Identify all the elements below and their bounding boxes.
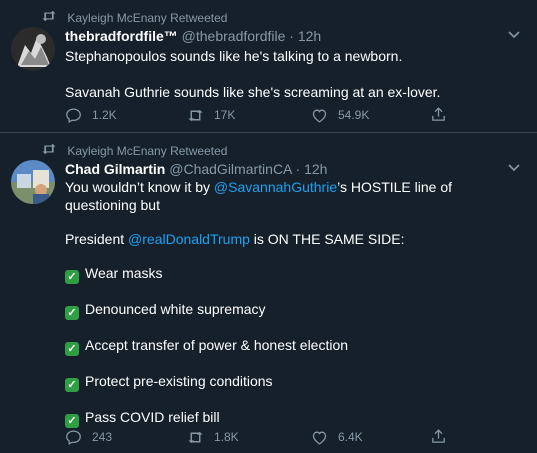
check-mark-icon: ✓ <box>65 306 79 320</box>
tweet-header: Chad Gilmartin @ChadGilmartinCA · 12h <box>65 160 497 178</box>
display-name[interactable]: Chad Gilmartin <box>65 161 165 177</box>
reply-count: 243 <box>92 430 113 444</box>
check-mark-icon: ✓ <box>65 270 79 284</box>
check-mark-icon: ✓ <box>65 378 79 392</box>
retweet-icon <box>188 109 203 121</box>
checklist-item: ✓ Protect pre-existing conditions <box>65 372 497 392</box>
timestamp[interactable]: 12h <box>304 161 327 177</box>
retweet-button[interactable]: 17K <box>187 106 235 124</box>
share-button[interactable] <box>430 428 457 445</box>
retweet-count: 1.8K <box>214 430 239 444</box>
avatar[interactable] <box>11 27 55 71</box>
retweet-button[interactable]: 1.8K <box>187 428 239 446</box>
handle[interactable]: @thebradfordfile <box>182 28 286 44</box>
checklist-item: ✓ Pass COVID relief bill <box>65 408 497 428</box>
reply-icon <box>66 429 81 445</box>
retweet-count: 17K <box>214 108 236 122</box>
share-button[interactable] <box>430 106 457 123</box>
retweet-label: Kayleigh McEnany Retweeted <box>67 144 228 158</box>
reply-icon <box>66 107 81 123</box>
tweet-text: You wouldn’t know it by @SavannahGuthrie… <box>65 178 497 428</box>
tweet-content: thebradfordfile™ @thebradfordfile · 12h … <box>65 27 497 101</box>
reply-button[interactable]: 1.2K <box>65 106 117 124</box>
avatar[interactable] <box>11 160 55 204</box>
mention-link[interactable]: @SavannahGuthrie <box>214 179 337 195</box>
checklist-item: ✓ Wear masks <box>65 264 497 284</box>
tweet-line: Stephanopoulos sounds like he's talking … <box>65 48 403 64</box>
retweet-context[interactable]: Kayleigh McEnany Retweeted <box>42 143 227 159</box>
text-run: You wouldn’t know it by <box>65 179 214 195</box>
tweet-actions: 243 1.8K 6.4K <box>65 428 465 446</box>
text-run: ’s HOSTILE line of <box>337 179 453 195</box>
check-mark-icon: ✓ <box>65 414 79 428</box>
retweet-icon <box>188 431 203 443</box>
heart-icon <box>312 431 327 445</box>
tweet-actions: 1.2K 17K 54.9K <box>65 106 465 124</box>
retweet-label: Kayleigh McEnany Retweeted <box>67 11 228 25</box>
checklist-item: ✓ Accept transfer of power & honest elect… <box>65 336 497 356</box>
check-mark-icon: ✓ <box>65 342 79 356</box>
like-button[interactable]: 6.4K <box>311 428 363 446</box>
like-count: 54.9K <box>338 108 370 122</box>
share-icon <box>432 107 445 121</box>
retweet-context[interactable]: Kayleigh McEnany Retweeted <box>42 10 227 26</box>
chevron-down-icon[interactable] <box>507 27 521 41</box>
display-name[interactable]: thebradfordfile™ <box>65 28 178 44</box>
mention-link[interactable]: @realDonaldTrump <box>128 231 250 247</box>
tweet-2[interactable]: Kayleigh McEnany Retweeted Chad Gilmarti… <box>0 133 537 453</box>
reply-count: 1.2K <box>92 108 117 122</box>
chevron-down-icon[interactable] <box>507 160 521 174</box>
retweet-icon <box>42 10 56 26</box>
tweet-content: Chad Gilmartin @ChadGilmartinCA · 12h Yo… <box>65 160 497 428</box>
tweet-header: thebradfordfile™ @thebradfordfile · 12h <box>65 27 497 45</box>
separator: · <box>295 161 301 177</box>
reply-button[interactable]: 243 <box>65 428 112 446</box>
separator: · <box>289 28 294 44</box>
checklist-item: ✓ Denounced white supremacy <box>65 300 497 320</box>
tweet-text: Stephanopoulos sounds like he's talking … <box>65 47 497 101</box>
tweet-line: You wouldn’t know it by @SavannahGuthrie… <box>65 178 497 196</box>
share-icon <box>432 429 445 443</box>
like-button[interactable]: 54.9K <box>311 106 369 124</box>
text-run: is ON THE SAME SIDE: <box>249 231 405 247</box>
tweet-1[interactable]: Kayleigh McEnany Retweeted thebradfordfi… <box>0 0 537 133</box>
like-count: 6.4K <box>338 430 363 444</box>
text-run: President <box>65 231 129 247</box>
tweet-line: questioning but <box>65 197 160 213</box>
heart-icon <box>312 109 327 123</box>
tweet-line: Savanah Guthrie sounds like she's scream… <box>65 84 441 100</box>
timestamp[interactable]: 12h <box>298 28 321 44</box>
retweet-icon <box>42 143 56 159</box>
handle[interactable]: @ChadGilmartinCA <box>169 161 291 177</box>
tweet-line: President @realDonaldTrump is ON THE SAM… <box>65 230 497 248</box>
